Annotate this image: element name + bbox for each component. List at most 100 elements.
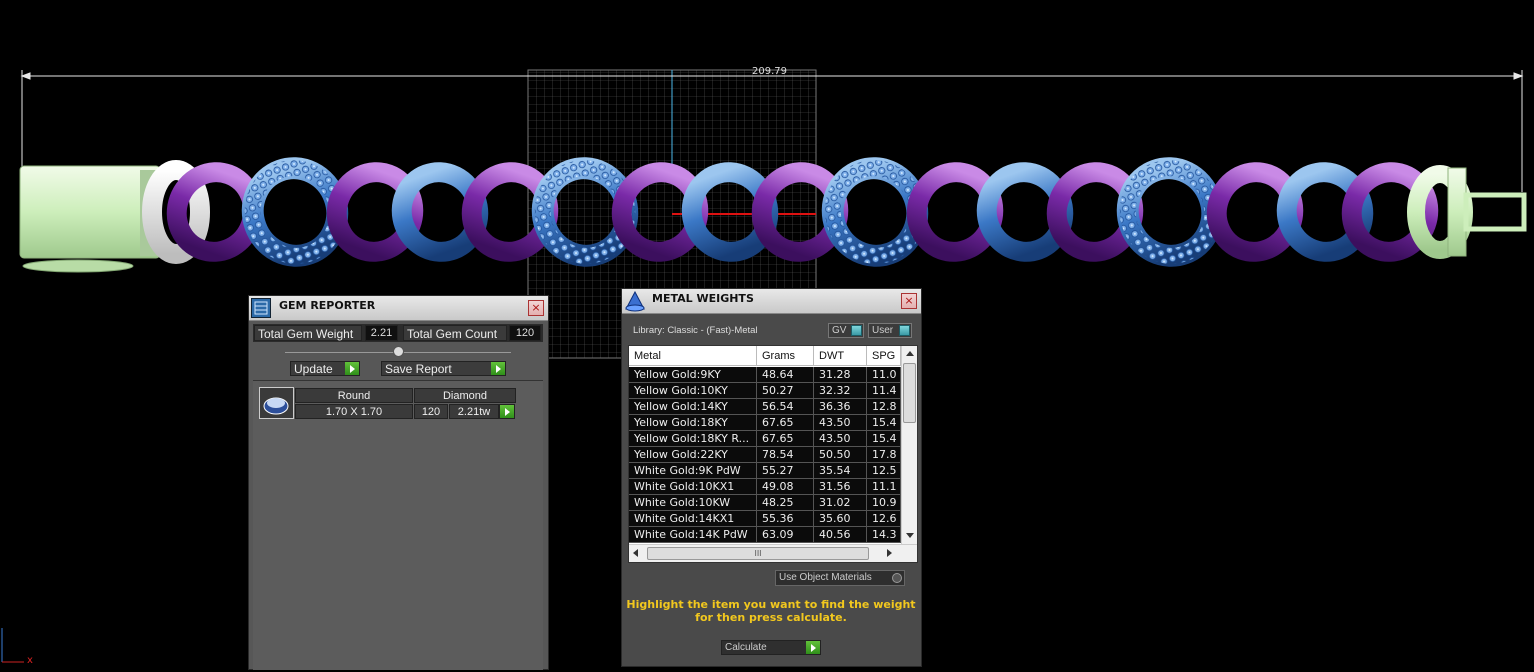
metal-name-cell: Yellow Gold:9KY [629, 367, 757, 383]
scroll-down-arrow[interactable] [906, 533, 914, 538]
metal-name-cell: Yellow Gold:14KY [629, 399, 757, 415]
hscroll-grip: III [754, 549, 762, 558]
dwt-cell: 36.36 [814, 399, 867, 415]
metal-name-cell: Yellow Gold:18KY R... [629, 431, 757, 447]
user-indicator [899, 325, 910, 336]
instruction-line-2: for then press calculate. [695, 611, 847, 624]
metal-weights-panel: METAL WEIGHTS × Library: Classic - (Fast… [621, 288, 922, 667]
user-toggle[interactable]: User [868, 323, 912, 338]
gem-size-cell: 1.70 X 1.70 [295, 404, 413, 419]
gem-shape-cell: Round [295, 388, 413, 403]
metal-table-row[interactable]: Yellow Gold:22KY 78.54 50.50 17.8 [629, 447, 901, 463]
dwt-cell: 32.32 [814, 383, 867, 399]
column-header-grams[interactable]: Grams [757, 346, 814, 366]
metal-table-row[interactable]: White Gold:14K PdW 63.09 40.56 14.3 [629, 527, 901, 543]
metal-table-row[interactable]: Yellow Gold:14KY 56.54 36.36 12.8 [629, 399, 901, 415]
grams-cell: 56.54 [757, 399, 814, 415]
spg-cell: 11.4 [867, 383, 901, 399]
scroll-right-arrow[interactable] [887, 549, 892, 557]
scroll-up-arrow[interactable] [906, 351, 914, 356]
spg-cell: 11.0 [867, 367, 901, 383]
metal-name-cell: White Gold:9K PdW [629, 463, 757, 479]
metal-weights-title: METAL WEIGHTS [652, 292, 754, 305]
metal-table-row[interactable]: Yellow Gold:9KY 48.64 31.28 11.0 [629, 367, 901, 383]
metal-weights-close-button[interactable]: × [901, 293, 917, 309]
metal-table-row[interactable]: White Gold:14KX1 55.36 35.60 12.6 [629, 511, 901, 527]
gv-indicator [851, 325, 862, 336]
update-label: Update [294, 362, 333, 376]
gem-count-cell: 120 [414, 404, 448, 419]
spg-cell: 10.9 [867, 495, 901, 511]
metal-table-row[interactable]: Yellow Gold:18KY R... 67.65 43.50 15.4 [629, 431, 901, 447]
gem-reporter-titlebar[interactable]: GEM REPORTER × [249, 296, 548, 321]
metal-table-vscrollbar[interactable] [901, 346, 917, 544]
update-button[interactable]: Update [290, 361, 360, 376]
calculate-go-icon [806, 641, 820, 654]
use-object-materials-radio-icon [892, 573, 902, 583]
dwt-cell: 31.28 [814, 367, 867, 383]
total-gem-weight-label: Total Gem Weight [254, 325, 362, 341]
gv-label: GV [832, 325, 847, 336]
metal-name-cell: Yellow Gold:10KY [629, 383, 757, 399]
column-header-dwt[interactable]: DWT [814, 346, 867, 366]
save-report-button[interactable]: Save Report [381, 361, 506, 376]
metal-table[interactable]: Metal Grams DWT SPG Yellow Gold:9KY 48.64… [628, 345, 918, 563]
vscroll-thumb[interactable] [903, 363, 916, 423]
gv-toggle[interactable]: GV [828, 323, 864, 338]
spg-cell: 15.4 [867, 431, 901, 447]
grams-cell: 67.65 [757, 415, 814, 431]
grams-cell: 67.65 [757, 431, 814, 447]
grams-cell: 50.27 [757, 383, 814, 399]
grams-cell: 55.36 [757, 511, 814, 527]
calculate-label: Calculate [725, 642, 767, 653]
total-gem-weight-value: 2.21 [365, 325, 398, 341]
gem-reporter-icon [251, 298, 271, 318]
dimension-label: 209.79 [752, 66, 787, 77]
spg-cell: 17.8 [867, 447, 901, 463]
metal-table-row[interactable]: White Gold:10KX1 49.08 31.56 11.1 [629, 479, 901, 495]
dwt-cell: 35.54 [814, 463, 867, 479]
scroll-left-arrow[interactable] [633, 549, 638, 557]
spg-cell: 15.4 [867, 415, 901, 431]
gem-reporter-close-button[interactable]: × [528, 300, 544, 316]
metal-name-cell: White Gold:10KX1 [629, 479, 757, 495]
calculate-button[interactable]: Calculate [721, 640, 821, 655]
metal-weights-icon [624, 290, 646, 312]
column-header-metal[interactable]: Metal [629, 346, 757, 366]
column-header-spg[interactable]: SPG [867, 346, 901, 366]
gem-list-area [253, 380, 543, 670]
slider-handle[interactable] [393, 346, 404, 357]
spg-cell: 12.5 [867, 463, 901, 479]
use-object-materials-toggle[interactable]: Use Object Materials [775, 570, 905, 586]
gem-row-go-button[interactable] [499, 404, 515, 419]
metal-weights-titlebar[interactable]: METAL WEIGHTS × [622, 289, 921, 314]
dwt-cell: 35.60 [814, 511, 867, 527]
save-report-label: Save Report [385, 362, 452, 376]
update-go-icon [345, 362, 359, 375]
library-label: Library: Classic - (Fast)-Metal [633, 325, 758, 336]
use-object-materials-label: Use Object Materials [779, 572, 872, 583]
metal-name-cell: Yellow Gold:22KY [629, 447, 757, 463]
axis-x-label: x [27, 655, 33, 666]
gem-round-icon[interactable] [259, 387, 294, 419]
total-gem-count-value: 120 [509, 325, 541, 341]
metal-name-cell: White Gold:14K PdW [629, 527, 757, 543]
metal-table-hscrollbar[interactable]: III [629, 544, 917, 562]
metal-table-row[interactable]: Yellow Gold:10KY 50.27 32.32 11.4 [629, 383, 901, 399]
gem-row-go-icon [500, 405, 514, 418]
metal-table-row[interactable]: White Gold:9K PdW 55.27 35.54 12.5 [629, 463, 901, 479]
metal-name-cell: White Gold:10KW [629, 495, 757, 511]
instruction-line-1: Highlight the item you want to find the … [626, 598, 916, 611]
metal-table-row[interactable]: White Gold:10KW 48.25 31.02 10.9 [629, 495, 901, 511]
spg-cell: 11.1 [867, 479, 901, 495]
metal-table-row[interactable]: Yellow Gold:18KY 67.65 43.50 15.4 [629, 415, 901, 431]
grams-cell: 48.25 [757, 495, 814, 511]
dwt-cell: 40.56 [814, 527, 867, 543]
grams-cell: 55.27 [757, 463, 814, 479]
spg-cell: 12.6 [867, 511, 901, 527]
grams-cell: 63.09 [757, 527, 814, 543]
gem-reporter-title: GEM REPORTER [279, 299, 376, 312]
hscroll-thumb[interactable]: III [647, 547, 869, 560]
grams-cell: 78.54 [757, 447, 814, 463]
dwt-cell: 31.02 [814, 495, 867, 511]
